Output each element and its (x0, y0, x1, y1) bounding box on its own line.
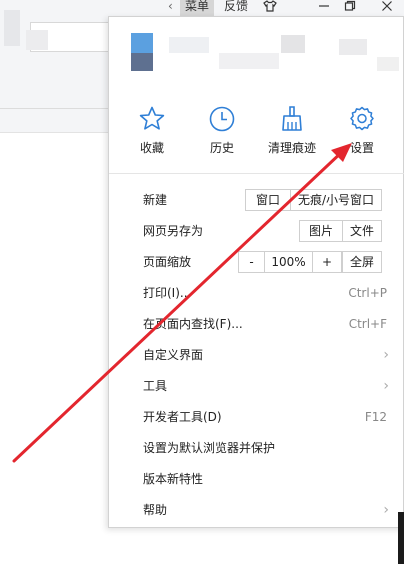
clear-traces-button[interactable]: 清理痕迹 (257, 105, 327, 165)
gear-icon (350, 106, 374, 131)
menu-item-whats-new[interactable]: 版本新特性 (109, 464, 404, 495)
menu-item-new: 新建 窗口 无痕/小号窗口 (109, 185, 404, 216)
menu-item-label: 在页面内查找(F)... (143, 317, 243, 331)
zoom-out-button[interactable]: - (239, 252, 265, 272)
blurred-region (26, 30, 48, 50)
new-incognito-window-button[interactable]: 无痕/小号窗口 (290, 189, 382, 211)
favorites-label: 收藏 (139, 141, 164, 155)
minimize-icon[interactable] (318, 0, 330, 16)
favorites-button[interactable]: 收藏 (117, 105, 187, 165)
menu-item-save-as: 网页另存为 图片 文件 (109, 216, 404, 247)
save-as-image-button[interactable]: 图片 (299, 220, 343, 242)
menu-item-tools[interactable]: 工具 › (109, 371, 404, 402)
zoom-control: - 100% + (238, 251, 342, 273)
settings-label: 设置 (349, 141, 374, 155)
menu-item-label: 设置为默认浏览器并保护 (143, 441, 276, 455)
close-icon[interactable] (381, 0, 393, 16)
menu-item-help[interactable]: 帮助 › (109, 495, 404, 526)
browser-main-menu: 收藏 历史 清理痕迹 设置 新建 窗口 无痕/小号窗口 网页另存为 图片 文件 … (108, 16, 404, 528)
menu-divider (109, 173, 404, 174)
blurred-avatar (131, 33, 153, 53)
zoom-in-button[interactable]: + (313, 252, 341, 272)
save-as-file-button[interactable]: 文件 (342, 220, 382, 242)
shortcut-text: Ctrl+P (348, 286, 387, 300)
menu-item-label: 工具 (143, 379, 168, 393)
blurred-region (339, 39, 367, 55)
menu-item-label: 页面缩放 (143, 255, 192, 269)
window-edge (398, 512, 404, 564)
chevron-right-icon: › (383, 347, 389, 363)
blurred-region (281, 35, 305, 53)
menu-item-label: 开发者工具(D) (143, 410, 222, 424)
blurred-avatar (131, 53, 153, 71)
menu-item-label: 打印(I)... (143, 286, 192, 300)
settings-button[interactable]: 设置 (327, 105, 397, 165)
menu-item-zoom: 页面缩放 - 100% + 全屏 (109, 247, 404, 278)
menu-item-devtools[interactable]: 开发者工具(D) F12 (109, 402, 404, 433)
menu-item-default-browser[interactable]: 设置为默认浏览器并保护 (109, 433, 404, 464)
blurred-region (219, 53, 279, 69)
window-titlebar: ‹ 菜单 反馈 (160, 0, 404, 16)
blurred-region (169, 37, 209, 53)
menu-item-find[interactable]: 在页面内查找(F)... Ctrl+F (109, 309, 404, 340)
history-button[interactable]: 历史 (187, 105, 257, 165)
zoom-level: 100% (265, 252, 313, 272)
chevron-right-icon: › (383, 378, 389, 394)
menu-item-label: 自定义界面 (143, 348, 204, 362)
chevron-left-icon[interactable]: ‹ (168, 0, 173, 16)
shortcut-text: F12 (364, 410, 387, 424)
feedback-button[interactable]: 反馈 (224, 0, 248, 16)
clear-traces-label: 清理痕迹 (267, 141, 316, 155)
blurred-region (4, 10, 20, 46)
menu-item-label: 新建 (143, 193, 168, 207)
chevron-right-icon: › (383, 502, 389, 518)
clock-icon (209, 106, 235, 132)
restore-icon[interactable] (344, 0, 356, 16)
new-window-button[interactable]: 窗口 (245, 189, 291, 211)
menu-item-customize[interactable]: 自定义界面 › (109, 340, 404, 371)
shortcut-text: Ctrl+F (348, 317, 387, 331)
menu-item-label: 帮助 (143, 503, 168, 517)
fullscreen-button[interactable]: 全屏 (342, 251, 382, 273)
menu-item-label: 网页另存为 (143, 224, 204, 238)
menu-button[interactable]: 菜单 (180, 0, 214, 16)
menu-item-label: 版本新特性 (143, 472, 204, 486)
menu-item-print[interactable]: 打印(I)... Ctrl+P (109, 278, 404, 309)
history-label: 历史 (209, 141, 234, 155)
blurred-region (377, 57, 399, 71)
skin-shirt-icon[interactable] (263, 0, 277, 16)
account-header-blurred (109, 17, 404, 83)
content-divider (0, 132, 110, 133)
quick-actions: 收藏 历史 清理痕迹 设置 (109, 87, 404, 169)
star-icon (139, 106, 165, 130)
broom-icon (282, 106, 302, 131)
